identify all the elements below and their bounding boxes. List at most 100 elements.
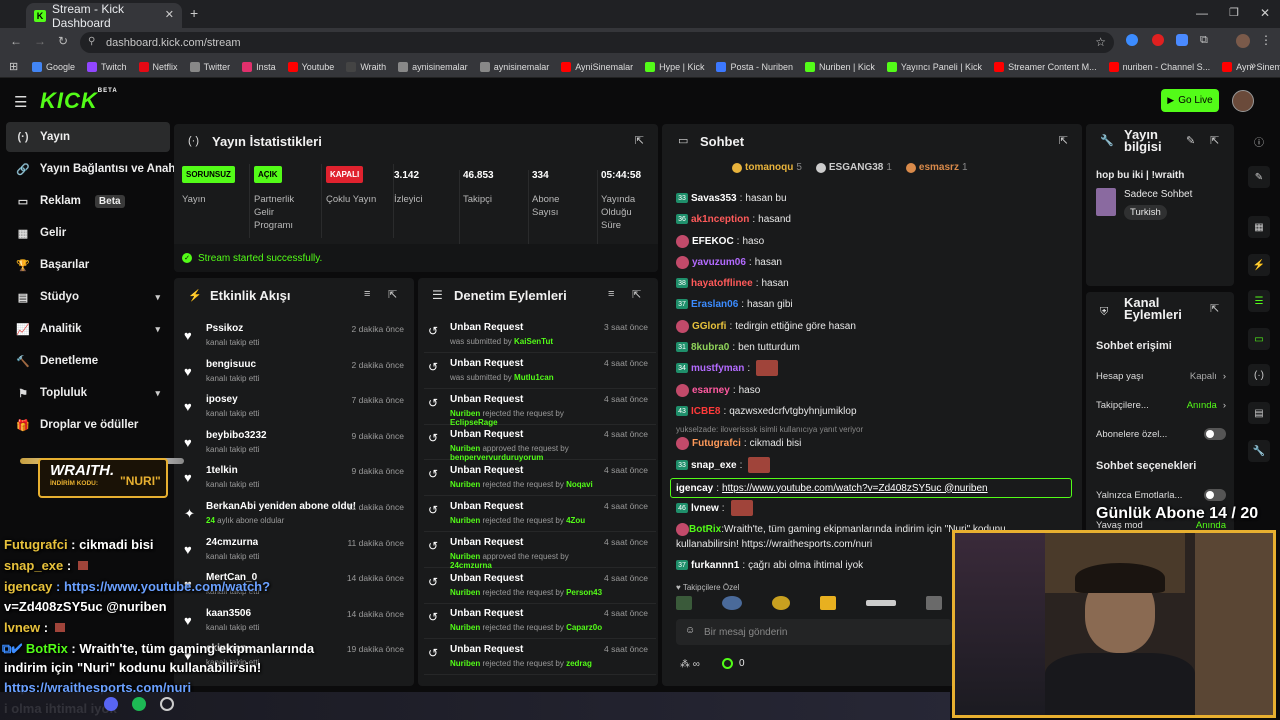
grid-icon[interactable]: ▦ (1248, 216, 1270, 238)
reload-icon[interactable]: ↻ (58, 34, 68, 48)
bookmark-item[interactable]: Nuriben | Kick (804, 61, 875, 72)
chevron-down-icon[interactable]: ▾ (155, 388, 160, 399)
toggle-switch[interactable] (1204, 489, 1226, 501)
chat-message[interactable]: 38 hayatofflinee: hasan (676, 275, 1076, 291)
broadcast-icon[interactable]: (·) (1248, 364, 1270, 386)
bookmark-item[interactable]: Twitter (189, 61, 230, 72)
bookmark-item[interactable]: aynisinemalar (479, 61, 549, 72)
emoji-icon[interactable]: ☺ (685, 625, 695, 636)
activity-row[interactable]: ♥ 1telkin kanalı takip etti 9 dakika önce (178, 464, 412, 499)
channel-action-row[interactable]: Abonelere özel... (1096, 425, 1226, 443)
moderation-row[interactable]: ↺ Unban Request Nuriben rejected the reque… (424, 640, 656, 676)
chat-input[interactable]: ☺ Bir mesaj gönderin (676, 619, 952, 645)
moderation-row[interactable]: ↺ Unban Request Nuriben rejected the reque… (424, 390, 656, 427)
bookmark-star-icon[interactable]: ☆ (1095, 35, 1106, 49)
emote-icon[interactable] (722, 596, 742, 610)
window-close-icon[interactable]: ✕ (1260, 6, 1270, 20)
chevron-down-icon[interactable]: ▾ (155, 324, 160, 335)
chat-message[interactable]: 46 lvnew: (676, 500, 1076, 516)
sidebar-item-drops[interactable]: 🎁 Droplar ve ödüller (6, 410, 170, 440)
moderation-row[interactable]: ↺ Unban Request Nuriben rejected the reque… (424, 497, 656, 532)
hamburger-menu-icon[interactable]: ☰ (14, 93, 27, 111)
channel-points[interactable]: 0 (722, 658, 745, 669)
sidebar-item-ad[interactable]: ▭ Reklam Beta (6, 186, 170, 216)
emote-icon[interactable] (820, 596, 836, 610)
activity-row[interactable]: ✦ BerkanAbi yeniden abone oldu! 24 aylık a… (178, 500, 412, 535)
chat-message[interactable]: igencay: https://www.youtube.com/watch?v=… (670, 478, 1072, 498)
sidebar-item-moderation[interactable]: 🔨 Denetleme (6, 346, 170, 376)
moderation-row[interactable]: ↺ Unban Request was submitted by KaiSenTut… (424, 318, 656, 353)
top-gifter[interactable]: ESGANG38 1 (815, 162, 892, 173)
activity-row[interactable]: ♥ 24cmzurna kanalı takip etti 11 dakika önc… (178, 536, 412, 571)
chat-message[interactable]: 33 snap_exe: (676, 457, 1076, 473)
extension-icon[interactable] (1126, 34, 1138, 46)
popout-icon[interactable]: ⇱ (388, 288, 397, 301)
emote-icon[interactable] (676, 596, 692, 610)
moderation-row[interactable]: ↺ Unban Request Nuriben approved the reque… (424, 533, 656, 570)
sidebar-item-link[interactable]: 🔗 Yayın Bağlantısı ve Anahtar (6, 154, 190, 184)
video-icon[interactable]: ▤ (1248, 402, 1270, 424)
bookmark-item[interactable]: nuriben - Channel S... (1108, 61, 1210, 72)
bookmark-item[interactable]: Netflix (138, 61, 178, 72)
sidebar-item-community[interactable]: ⚑ Topluluk ▾ (6, 378, 170, 408)
emote-icon[interactable] (926, 596, 942, 610)
sidebar-item-broadcast[interactable]: (·) Yayın (6, 122, 170, 152)
puzzle-icon[interactable]: ⧉ (1200, 34, 1208, 47)
address-bar[interactable]: ⚲ dashboard.kick.com/stream ☆ (80, 32, 1114, 53)
popout-icon[interactable]: ⇱ (635, 134, 644, 147)
chat-message[interactable]: esarney: haso (676, 382, 1076, 398)
moderation-row[interactable]: ↺ Unban Request Nuriben approved the reque… (424, 425, 656, 462)
moderation-row[interactable]: ↺ Unban Request Nuriben rejected the reque… (424, 569, 656, 604)
chat-message[interactable]: Futugrafci: cikmadi bisi (676, 435, 1076, 451)
user-avatar[interactable] (1232, 90, 1254, 112)
filter-icon[interactable]: ≡ (608, 288, 614, 300)
bookmark-item[interactable]: Hype | Kick (645, 61, 704, 72)
chat-message[interactable]: GGlorfi: tedirgin ettiğine göre hasan (676, 318, 1076, 334)
bookmark-item[interactable]: Google (32, 61, 75, 72)
lightning-icon[interactable]: ⚡ (1248, 254, 1270, 276)
chat-message[interactable]: 37 Eraslan06: hasan gibi (676, 296, 1076, 312)
apps-icon[interactable]: ⊞ (9, 60, 18, 73)
more-bookmarks-icon[interactable]: » (1250, 60, 1256, 72)
popout-icon[interactable]: ⇱ (1210, 134, 1219, 147)
sidebar-item-analytics[interactable]: 📈 Analitik ▾ (6, 314, 170, 344)
chat-message[interactable]: yavuzum06: hasan (676, 254, 1076, 270)
sidebar-item-trophy[interactable]: 🏆 Başarılar (6, 250, 170, 280)
chat-message[interactable]: EFEKOC: haso (676, 233, 1076, 249)
bookmark-item[interactable]: Posta - Nuriben (716, 61, 793, 72)
list-icon[interactable]: ☰ (1248, 290, 1270, 312)
toggle-switch[interactable] (1204, 428, 1226, 440)
activity-row[interactable]: ♥ Pssikoz kanalı takip etti 2 dakika önce (178, 322, 412, 357)
bookmark-item[interactable]: Wraith (346, 61, 386, 72)
new-tab-icon[interactable]: + (190, 5, 198, 21)
menu-icon[interactable]: ⋮ (1260, 33, 1272, 47)
site-info-icon[interactable]: ⚲ (88, 36, 95, 47)
channel-action-row[interactable]: Hesap yaşı Kapalı › (1096, 367, 1226, 385)
bookmark-item[interactable]: Yayıncı Paneli | Kick (886, 61, 982, 72)
top-gifter[interactable]: esmasrz 1 (905, 162, 968, 173)
channel-action-row[interactable]: Yalnızca Emotlarla... (1096, 486, 1226, 504)
back-icon[interactable]: ← (10, 34, 22, 48)
discord-icon[interactable] (104, 697, 118, 711)
emote-icon[interactable] (866, 600, 896, 606)
moderation-row[interactable]: ↺ Unban Request Nuriben rejected the reque… (424, 461, 656, 497)
filter-icon[interactable]: ≡ (364, 288, 370, 300)
extension-icon[interactable] (1152, 34, 1164, 46)
profile-avatar[interactable] (1236, 34, 1250, 48)
emote-icon[interactable] (772, 596, 790, 610)
sidebar-item-revenue[interactable]: ▦ Gelir (6, 218, 170, 248)
wrench-icon[interactable]: 🔧 (1248, 440, 1270, 462)
steam-icon[interactable] (160, 697, 174, 711)
forward-icon[interactable]: → (34, 34, 46, 48)
kick-logo[interactable]: KICKBETA (40, 88, 118, 114)
chat-message[interactable]: 43 ICBE8: qazwsxedcrfvtgbyhnjumiklop (676, 403, 1076, 419)
moderation-row[interactable]: ↺ Unban Request Nuriben rejected the reque… (424, 604, 656, 640)
top-gifter[interactable]: tomanoqu 5 (732, 162, 802, 173)
moderation-row[interactable]: ↺ Unban Request was submitted by Mutlu1can… (424, 354, 656, 389)
popout-icon[interactable]: ⇱ (1059, 134, 1068, 147)
close-tab-icon[interactable]: ✕ (165, 8, 174, 21)
bookmark-item[interactable]: aynisinemalar (398, 61, 468, 72)
activity-row[interactable]: ♥ beybibo3232 kanalı takip etti 9 dakika ön… (178, 429, 412, 464)
bookmark-item[interactable]: Insta (242, 61, 276, 72)
chat-message[interactable]: 33 Savas353: hasan bu (676, 190, 1076, 206)
